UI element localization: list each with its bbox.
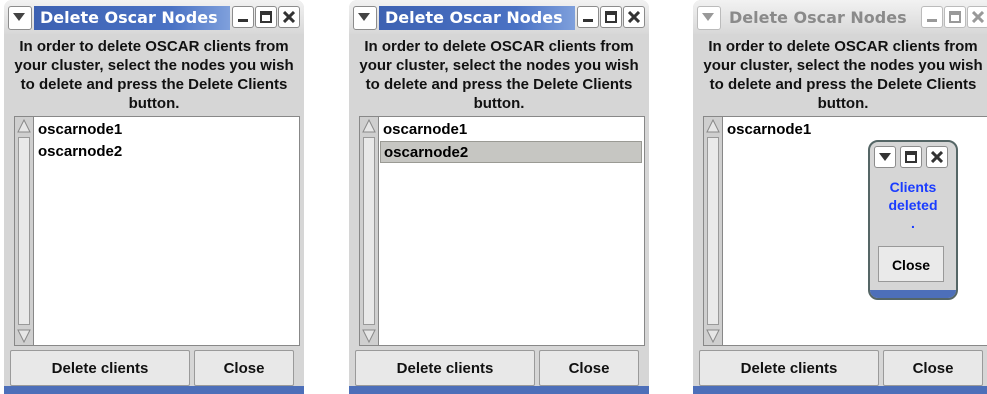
- node-list: oscarnode1 oscarnode2: [35, 119, 297, 343]
- title-bar[interactable]: Delete Oscar Nodes: [349, 0, 649, 34]
- scroll-down-arrow-icon[interactable]: [16, 328, 32, 344]
- close-icon[interactable]: [926, 146, 948, 168]
- maximize-icon[interactable]: [255, 6, 277, 28]
- title-bar[interactable]: Delete Oscar Nodes: [4, 0, 304, 34]
- scroll-down-arrow-icon[interactable]: [361, 328, 377, 344]
- delete-clients-button[interactable]: Delete clients: [10, 350, 190, 386]
- maximize-icon[interactable]: [944, 6, 966, 28]
- vertical-scrollbar[interactable]: [15, 117, 34, 345]
- instruction-message: In order to delete OSCAR clients from yo…: [359, 37, 639, 112]
- instruction-message: In order to delete OSCAR clients from yo…: [14, 37, 294, 112]
- list-item[interactable]: oscarnode1: [35, 119, 297, 141]
- bottom-border: [693, 386, 987, 394]
- vertical-scrollbar[interactable]: [704, 117, 723, 345]
- popup-message: Clients deleted .: [870, 178, 956, 232]
- node-list: oscarnode1 oscarnode2: [380, 119, 642, 343]
- window-title: Delete Oscar Nodes: [729, 8, 907, 27]
- button-bar: Delete clients Close: [349, 346, 649, 394]
- bottom-border: [4, 386, 304, 394]
- close-icon[interactable]: [278, 6, 300, 28]
- button-bar: Delete clients Close: [4, 346, 304, 394]
- window-title: Delete Oscar Nodes: [379, 6, 575, 30]
- list-item[interactable]: oscarnode2: [35, 141, 297, 163]
- node-list-box: oscarnode1 oscarnode2: [14, 116, 300, 346]
- vertical-scrollbar[interactable]: [360, 117, 379, 345]
- list-item[interactable]: oscarnode1: [380, 119, 642, 141]
- close-button[interactable]: Close: [194, 350, 294, 386]
- scroll-up-arrow-icon[interactable]: [705, 118, 721, 134]
- delete-oscar-nodes-window-2: Delete Oscar Nodes In order to delete OS…: [349, 0, 649, 394]
- node-list-box: oscarnode1 oscarnode2: [359, 116, 645, 346]
- button-bar: Delete clients Close: [693, 346, 987, 394]
- window-title: Delete Oscar Nodes: [34, 6, 230, 30]
- delete-clients-button[interactable]: Delete clients: [355, 350, 535, 386]
- popup-message-line: Clients: [889, 179, 937, 195]
- minimize-icon[interactable]: [921, 6, 943, 28]
- popup-message-line: deleted: [888, 197, 938, 213]
- scroll-up-arrow-icon[interactable]: [361, 118, 377, 134]
- close-button[interactable]: Close: [883, 350, 983, 386]
- chevron-down-icon[interactable]: [8, 6, 32, 30]
- minimize-icon[interactable]: [232, 6, 254, 28]
- close-icon[interactable]: [967, 6, 987, 28]
- chevron-down-icon[interactable]: [353, 6, 377, 30]
- title-bar[interactable]: Delete Oscar Nodes: [693, 0, 987, 34]
- popup-close-button[interactable]: Close: [878, 246, 944, 282]
- scroll-down-arrow-icon[interactable]: [705, 328, 721, 344]
- clients-deleted-dialog: Clients deleted . Close: [868, 140, 958, 300]
- close-icon[interactable]: [623, 6, 645, 28]
- delete-clients-button[interactable]: Delete clients: [699, 350, 879, 386]
- maximize-icon[interactable]: [600, 6, 622, 28]
- scroll-up-arrow-icon[interactable]: [16, 118, 32, 134]
- list-item[interactable]: oscarnode1: [724, 119, 986, 141]
- scrollbar-thumb[interactable]: [363, 137, 375, 325]
- list-item-selected[interactable]: oscarnode2: [380, 141, 642, 163]
- instruction-message: In order to delete OSCAR clients from yo…: [703, 37, 983, 112]
- close-button[interactable]: Close: [539, 350, 639, 386]
- maximize-icon[interactable]: [900, 146, 922, 168]
- scrollbar-thumb[interactable]: [707, 137, 719, 325]
- bottom-border: [349, 386, 649, 394]
- chevron-down-icon[interactable]: [874, 146, 896, 168]
- chevron-down-icon[interactable]: [697, 6, 721, 30]
- delete-oscar-nodes-window-1: Delete Oscar Nodes In order to delete OS…: [4, 0, 304, 394]
- scrollbar-thumb[interactable]: [18, 137, 30, 325]
- minimize-icon[interactable]: [577, 6, 599, 28]
- popup-message-line: .: [911, 215, 915, 231]
- popup-bottom-border: [870, 290, 956, 298]
